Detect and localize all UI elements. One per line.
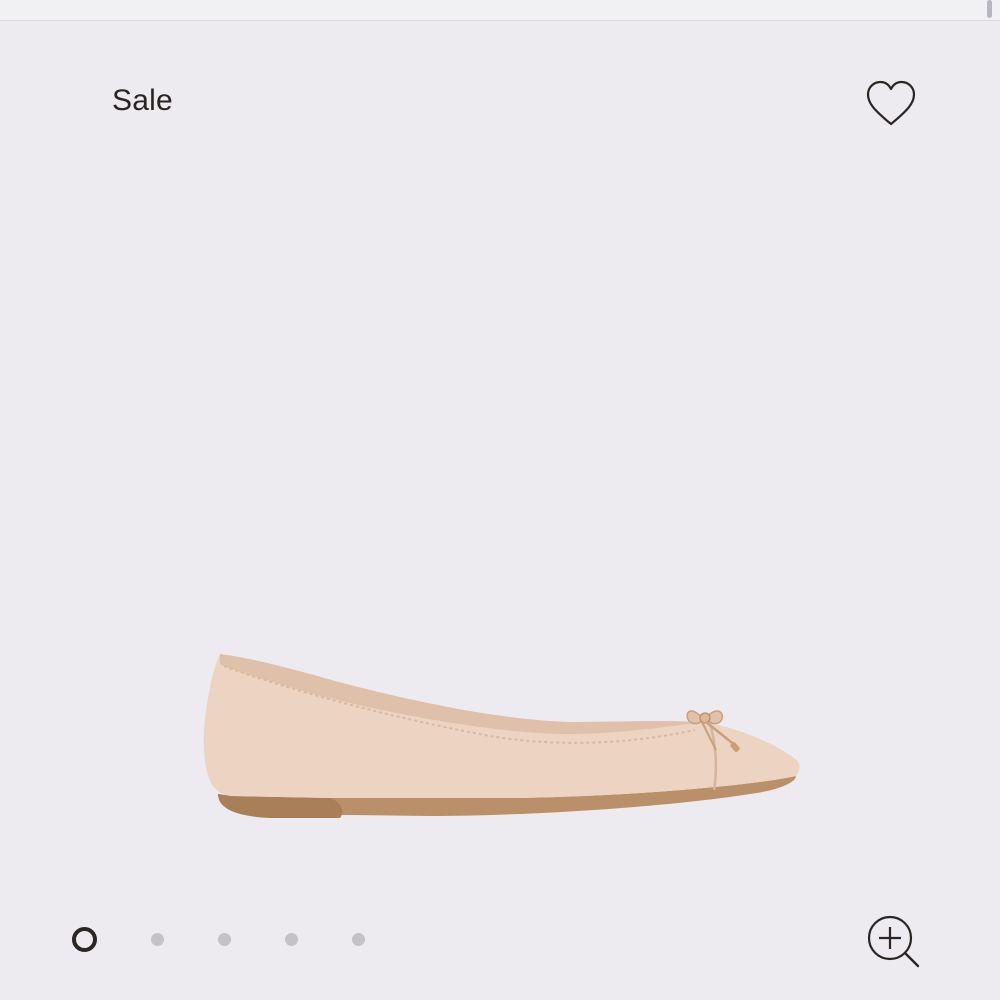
product-image <box>203 654 800 818</box>
gallery-dot-1[interactable] <box>72 926 97 952</box>
sale-badge: Sale <box>112 84 173 117</box>
zoom-button[interactable] <box>864 912 924 972</box>
gallery-dot-3[interactable] <box>218 932 231 946</box>
gallery-dot-2[interactable] <box>151 932 164 946</box>
add-to-wishlist-button[interactable] <box>862 76 920 132</box>
gallery-pagination <box>72 925 419 953</box>
scrollbar-thumb[interactable] <box>987 0 992 18</box>
zoom-in-icon <box>867 915 920 968</box>
heart-icon <box>866 80 916 126</box>
gallery-dot-5[interactable] <box>352 932 365 946</box>
gallery-dot-4[interactable] <box>285 932 298 946</box>
browser-top-bar <box>0 0 1000 21</box>
